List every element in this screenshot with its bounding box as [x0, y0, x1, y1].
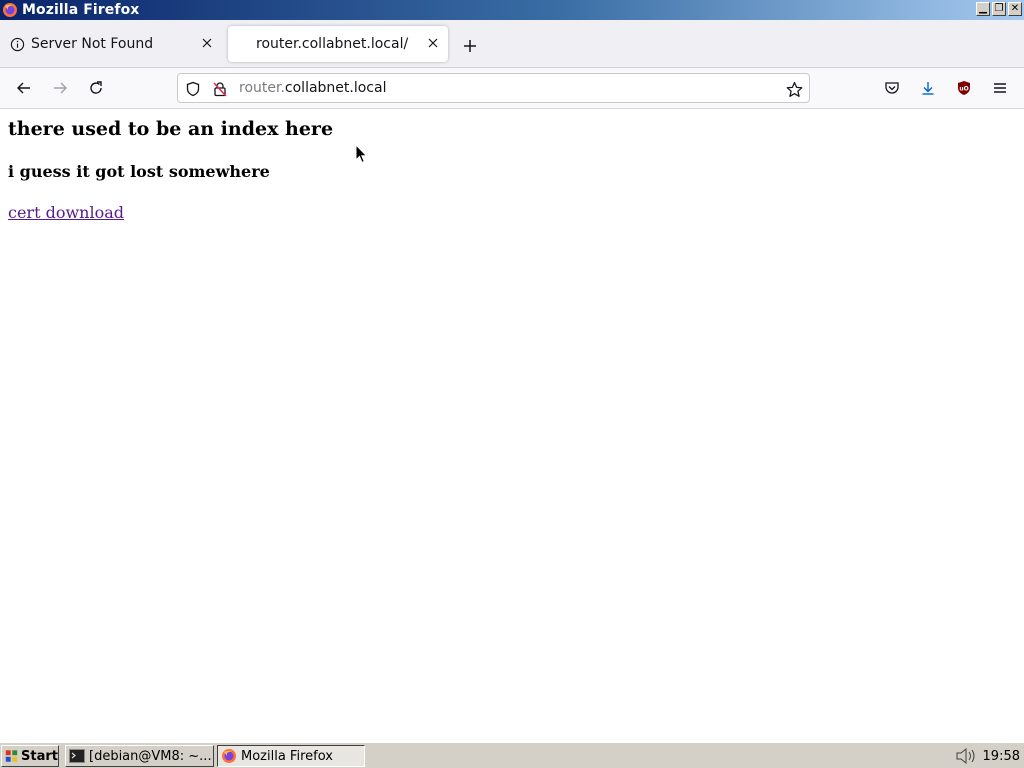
tab-label: Server Not Found	[31, 36, 154, 52]
url-subdomain: router.	[239, 80, 285, 96]
firefox-icon	[222, 749, 236, 763]
start-logo-icon	[5, 750, 18, 762]
start-label: Start	[21, 748, 58, 764]
bookmark-star-icon[interactable]	[785, 80, 803, 98]
window-title: Mozilla Firefox	[22, 2, 140, 18]
cert-download-link[interactable]: cert download	[8, 203, 124, 222]
page-heading: there used to be an index here	[8, 118, 334, 140]
svg-text:uO: uO	[959, 86, 968, 93]
tab-router[interactable]: router.collabnet.local/	[228, 26, 448, 62]
url-text[interactable]: router.collabnet.local	[239, 80, 386, 96]
taskbar-item-firefox[interactable]: Mozilla Firefox	[217, 745, 365, 767]
tab-server-not-found[interactable]: Server Not Found	[0, 26, 222, 62]
navigation-toolbar: router.collabnet.local uO	[0, 68, 1024, 109]
pocket-icon	[885, 82, 899, 94]
plus-icon	[464, 40, 476, 52]
menu-button[interactable]	[990, 78, 1010, 98]
close-tab-icon[interactable]	[426, 36, 440, 50]
url-domain: collabnet.local	[284, 80, 387, 96]
forward-button[interactable]	[50, 78, 70, 98]
taskbar-item-label: [debian@VM8: ~...	[89, 748, 212, 764]
taskbar: Start [debian@VM8: ~... Mozilla Firefox …	[0, 742, 1024, 768]
mouse-cursor-icon	[355, 144, 368, 164]
downloads-button[interactable]	[918, 78, 938, 98]
url-bar[interactable]: router.collabnet.local	[177, 73, 810, 103]
taskbar-item-label: Mozilla Firefox	[241, 748, 333, 764]
close-tab-icon[interactable]	[200, 36, 214, 50]
volume-icon[interactable]	[955, 747, 977, 765]
reload-button[interactable]	[86, 78, 106, 98]
firefox-icon	[3, 3, 17, 17]
hamburger-menu-icon	[994, 83, 1006, 93]
info-icon	[10, 37, 25, 51]
download-icon	[922, 82, 934, 95]
start-button[interactable]: Start	[1, 745, 59, 767]
pocket-button[interactable]	[882, 78, 902, 98]
system-tray: 19:58	[955, 746, 1020, 766]
reload-icon	[90, 81, 102, 94]
tab-label: router.collabnet.local/	[256, 36, 409, 52]
terminal-icon	[69, 749, 85, 763]
taskbar-item-terminal[interactable]: [debian@VM8: ~...	[65, 745, 214, 767]
page-subheading: i guess it got lost somewhere	[8, 162, 270, 181]
clock: 19:58	[982, 748, 1020, 764]
arrow-right-icon	[54, 82, 67, 94]
insecure-lock-icon[interactable]	[211, 80, 229, 98]
tab-strip: Server Not Found router.collabnet.local/	[0, 20, 1024, 68]
window-titlebar: Mozilla Firefox ▁ ❐ ✕	[0, 0, 1024, 20]
maximize-button[interactable]: ❐	[992, 2, 1006, 16]
page-content: there used to be an index here i guess i…	[0, 109, 1024, 742]
arrow-left-icon	[17, 82, 30, 94]
shield-icon[interactable]	[184, 80, 202, 98]
back-button[interactable]	[14, 78, 34, 98]
ublock-origin-button[interactable]: uO	[954, 78, 974, 98]
close-button[interactable]: ✕	[1008, 2, 1022, 16]
ublock-shield-icon: uO	[958, 81, 970, 95]
new-tab-button[interactable]	[460, 36, 480, 56]
minimize-button[interactable]: ▁	[976, 2, 990, 16]
